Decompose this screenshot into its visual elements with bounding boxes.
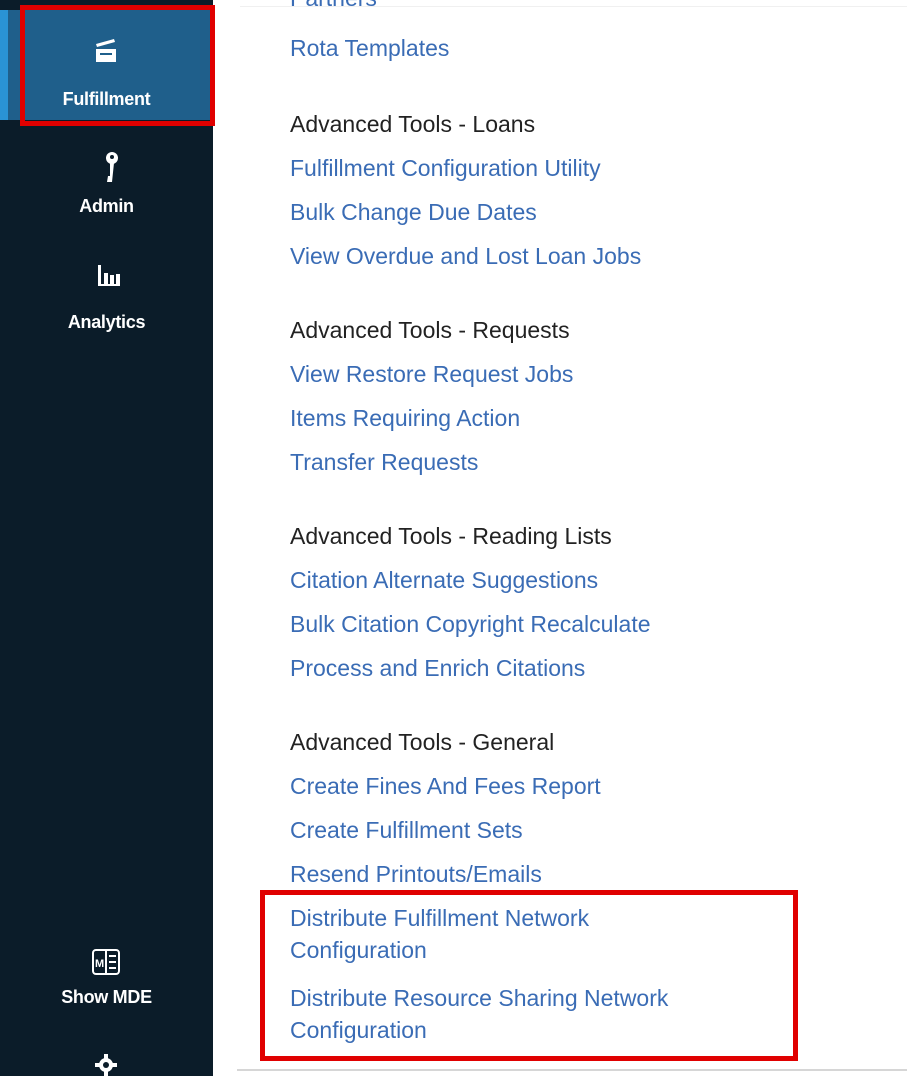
sidebar: Fulfillment Admin Analytics M Show MDE [0, 0, 213, 1076]
create-fulfillment-sets-link[interactable]: Create Fulfillment Sets [290, 814, 523, 846]
sidebar-item-label: Fulfillment [62, 89, 151, 109]
section-heading-requests: Advanced Tools - Requests [290, 317, 570, 343]
sidebar-item-label: Admin [79, 196, 134, 216]
section-heading-loans: Advanced Tools - Loans [290, 111, 536, 137]
bulk-citation-copyright-recalculate-link[interactable]: Bulk Citation Copyright Recalculate [290, 608, 651, 640]
svg-text:M: M [95, 958, 104, 970]
fulfillment-configuration-utility-link[interactable]: Fulfillment Configuration Utility [290, 152, 601, 184]
gear-icon [95, 1054, 117, 1076]
analytics-icon [98, 265, 120, 286]
items-requiring-action-link[interactable]: Items Requiring Action [290, 402, 520, 434]
distribute-fulfillment-network-configuration-link[interactable]: Distribute Fulfillment Network [290, 902, 589, 934]
section-heading-reading-lists: Advanced Tools - Reading Lists [290, 523, 612, 549]
distribute-resource-sharing-network-configuration-link[interactable]: Distribute Resource Sharing Network [290, 982, 668, 1014]
view-restore-request-jobs-link[interactable]: View Restore Request Jobs [290, 358, 573, 390]
distribute-fulfillment-network-configuration-link-cont[interactable]: Configuration [290, 934, 427, 966]
create-fines-and-fees-report-link[interactable]: Create Fines And Fees Report [290, 770, 601, 802]
sidebar-item-admin[interactable]: Admin [0, 140, 213, 220]
mde-icon: M [92, 949, 120, 975]
settings-button[interactable] [0, 1050, 213, 1076]
section-heading-general: Advanced Tools - General [290, 729, 555, 755]
key-icon [106, 152, 118, 182]
citation-alternate-suggestions-link[interactable]: Citation Alternate Suggestions [290, 564, 598, 596]
sidebar-item-label: Analytics [67, 312, 146, 332]
view-overdue-lost-loan-jobs-link[interactable]: View Overdue and Lost Loan Jobs [290, 240, 641, 272]
sidebar-item-analytics[interactable]: Analytics [0, 255, 213, 335]
bulk-change-due-dates-link[interactable]: Bulk Change Due Dates [290, 196, 537, 228]
resend-printouts-emails-link[interactable]: Resend Printouts/Emails [290, 858, 542, 890]
show-mde-button[interactable]: M Show MDE [0, 940, 213, 1020]
rota-templates-link[interactable]: Rota Templates [290, 32, 449, 64]
fulfillment-icon [96, 39, 116, 62]
transfer-requests-link[interactable]: Transfer Requests [290, 446, 478, 478]
distribute-resource-sharing-network-configuration-link-cont[interactable]: Configuration [290, 1014, 427, 1046]
bottom-divider [237, 1069, 907, 1071]
partners-link[interactable]: Partners [290, 0, 377, 14]
process-and-enrich-citations-link[interactable]: Process and Enrich Citations [290, 652, 585, 684]
show-mde-label: Show MDE [61, 987, 152, 1007]
sidebar-item-fulfillment[interactable]: Fulfillment [0, 10, 213, 120]
